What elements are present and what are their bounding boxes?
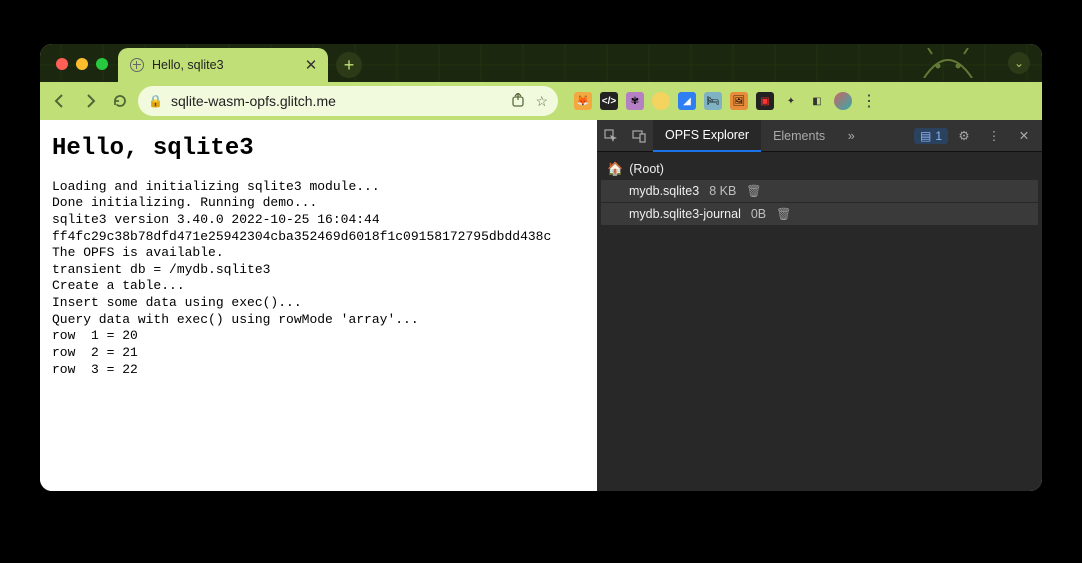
traffic-light-minimize[interactable] (76, 58, 88, 70)
share-icon[interactable] (511, 93, 525, 110)
log-line: Create a table... (52, 278, 585, 295)
delete-file-trash-icon[interactable]: 🗑 (746, 184, 761, 198)
file-size: 8 KB (709, 184, 736, 198)
chat-icon: ▤ (920, 129, 931, 143)
extension-icon-1[interactable]: 🦊 (574, 92, 592, 110)
tab-title: Hello, sqlite3 (152, 58, 224, 72)
file-name: mydb.sqlite3 (629, 184, 699, 198)
log-line: The OPFS is available. (52, 245, 585, 262)
tree-file-row[interactable]: mydb.sqlite3-journal 0B 🗑 (601, 203, 1038, 225)
forward-button[interactable] (78, 89, 102, 113)
tree-root-row[interactable]: 🏠 (Root) (601, 158, 1038, 180)
opfs-tree: 🏠 (Root) mydb.sqlite38 KB🗑mydb.sqlite3-j… (597, 152, 1042, 231)
omnibox-url-text: sqlite-wasm-opfs.glitch.me (171, 93, 336, 109)
browser-window: Hello, sqlite3 ✕ + ⌄ 🔒 sqlite-wasm-opfs.… (40, 44, 1042, 491)
chevron-down-icon: ⌄ (1014, 56, 1024, 70)
extension-icon-8[interactable]: ▣ (756, 92, 774, 110)
devtools-tab-elements[interactable]: Elements (761, 120, 837, 152)
issues-count: 1 (935, 129, 942, 143)
device-toolbar-icon[interactable] (625, 122, 653, 150)
log-line: row 1 = 20 (52, 328, 585, 345)
profile-dropdown-button[interactable]: ⌄ (1008, 52, 1030, 74)
devtools-tabs-overflow-icon[interactable]: » (837, 122, 865, 150)
tab-active[interactable]: Hello, sqlite3 ✕ (118, 48, 328, 82)
extension-icon-6[interactable]: 🛏 (704, 92, 722, 110)
devtools-tabbar: OPFS Explorer Elements » ▤ 1 ⚙ ⋮ ✕ (597, 120, 1042, 152)
globe-icon (130, 58, 144, 72)
log-line: Loading and initializing sqlite3 module.… (52, 179, 585, 196)
reload-button[interactable] (108, 89, 132, 113)
devtools-issues-badge[interactable]: ▤ 1 (914, 128, 948, 144)
omnibox-actions: ☆ (511, 93, 548, 110)
log-line: ff4fc29c38b78dfd471e25942304cba352469d60… (52, 229, 585, 246)
log-line: sqlite3 version 3.40.0 2022-10-25 16:04:… (52, 212, 585, 229)
file-name: mydb.sqlite3-journal (629, 207, 741, 221)
side-panel-icon[interactable]: ◧ (808, 92, 826, 110)
tree-root-label: (Root) (629, 162, 664, 176)
android-mascot-icon (918, 48, 978, 78)
home-icon: 🏠 (607, 161, 623, 177)
log-line: row 2 = 21 (52, 345, 585, 362)
extension-icon-5[interactable]: ◢ (678, 92, 696, 110)
devtools-panel: OPFS Explorer Elements » ▤ 1 ⚙ ⋮ ✕ 🏠 (Ro… (597, 120, 1042, 491)
bookmark-star-icon[interactable]: ☆ (535, 93, 548, 110)
log-line: row 3 = 22 (52, 362, 585, 379)
file-size: 0B (751, 207, 766, 221)
log-line: transient db = /mydb.sqlite3 (52, 262, 585, 279)
page-heading: Hello, sqlite3 (52, 134, 585, 165)
console-log-output: Loading and initializing sqlite3 module.… (52, 179, 585, 379)
plus-icon: + (344, 55, 355, 76)
delete-file-trash-icon[interactable]: 🗑 (776, 207, 791, 221)
new-tab-button[interactable]: + (336, 52, 362, 78)
log-line: Done initializing. Running demo... (52, 195, 585, 212)
devtools-menu-kebab-icon[interactable]: ⋮ (980, 122, 1008, 150)
devtools-close-icon[interactable]: ✕ (1010, 122, 1038, 150)
content-area: Hello, sqlite3 Loading and initializing … (40, 120, 1042, 491)
extension-icon-3[interactable]: ✾ (626, 92, 644, 110)
page-viewport[interactable]: Hello, sqlite3 Loading and initializing … (40, 120, 597, 491)
window-controls (56, 58, 108, 70)
toolbar: 🔒 sqlite-wasm-opfs.glitch.me ☆ 🦊 </> ✾ ◢… (40, 82, 1042, 120)
log-line: Query data with exec() using rowMode 'ar… (52, 312, 585, 329)
lock-icon: 🔒 (148, 94, 163, 108)
chrome-menu-button[interactable]: ⋮ (860, 92, 878, 110)
traffic-light-maximize[interactable] (96, 58, 108, 70)
devtools-settings-gear-icon[interactable]: ⚙ (950, 122, 978, 150)
extensions-puzzle-icon[interactable]: ✦ (782, 92, 800, 110)
inspect-element-icon[interactable] (597, 122, 625, 150)
profile-avatar-icon[interactable] (834, 92, 852, 110)
devtools-tab-opfs-explorer[interactable]: OPFS Explorer (653, 120, 761, 152)
extension-icon-4[interactable] (652, 92, 670, 110)
back-button[interactable] (48, 89, 72, 113)
log-line: Insert some data using exec()... (52, 295, 585, 312)
extensions-row: 🦊 </> ✾ ◢ 🛏 🖼 ▣ ✦ ◧ ⋮ (574, 92, 878, 110)
tree-file-row[interactable]: mydb.sqlite3 8 KB 🗑 (601, 180, 1038, 202)
omnibox[interactable]: 🔒 sqlite-wasm-opfs.glitch.me ☆ (138, 86, 558, 116)
extension-icon-7[interactable]: 🖼 (730, 92, 748, 110)
extension-icon-2[interactable]: </> (600, 92, 618, 110)
traffic-light-close[interactable] (56, 58, 68, 70)
tab-close-icon[interactable]: ✕ (304, 58, 318, 72)
tab-strip: Hello, sqlite3 ✕ + ⌄ (40, 44, 1042, 82)
